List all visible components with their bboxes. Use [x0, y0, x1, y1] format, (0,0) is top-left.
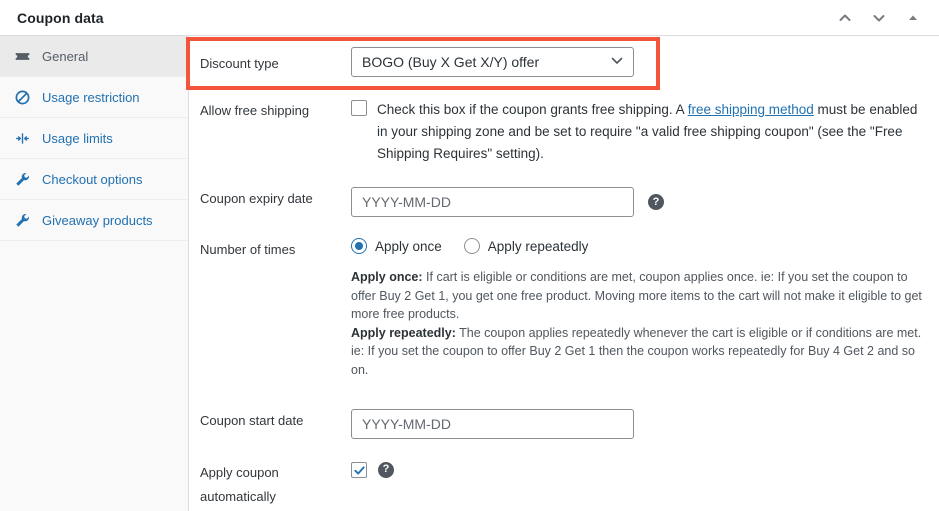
discount-type-select[interactable]: BOGO (Buy X Get X/Y) offer: [351, 47, 634, 77]
sidebar-item-label: Usage limits: [42, 130, 113, 146]
sidebar-item-checkout-options[interactable]: Checkout options: [0, 159, 188, 200]
panel-header-actions: [833, 6, 925, 30]
coupon-expiry-date-label: Coupon expiry date: [200, 191, 313, 206]
field-allow-free-shipping: Allow free shipping Check this box if th…: [189, 99, 939, 165]
coupon-options-panel: Discount type BOGO (Buy X Get X/Y) offer…: [189, 36, 939, 511]
sidebar-item-label: Checkout options: [42, 171, 143, 187]
discount-type-value: BOGO (Buy X Get X/Y) offer: [362, 54, 540, 70]
help-icon[interactable]: ?: [378, 461, 394, 478]
allow-free-shipping-label: Allow free shipping: [200, 103, 310, 118]
coupon-data-panel: Coupon data General Usage restriction Us…: [0, 0, 939, 511]
move-up-icon[interactable]: [833, 6, 857, 30]
panel-body: General Usage restriction Usage limits C…: [0, 36, 939, 511]
number-of-times-control: Apply once Apply repeatedly Apply once: …: [351, 238, 925, 379]
apply-once-explanation-title: Apply once:: [351, 270, 423, 284]
allow-free-shipping-description: Check this box if the coupon grants free…: [377, 99, 925, 165]
field-number-of-times: Number of times Apply once Apply repeate…: [189, 238, 939, 379]
sidebar-item-usage-restriction[interactable]: Usage restriction: [0, 77, 188, 118]
limits-icon: [14, 130, 31, 147]
coupon-start-date-label: Coupon start date: [200, 413, 304, 428]
wrench-icon: [14, 171, 31, 188]
allow-free-shipping-control: Check this box if the coupon grants free…: [351, 99, 925, 165]
radio-apply-repeatedly[interactable]: [463, 238, 480, 254]
field-coupon-expiry-date: Coupon expiry date YYYY-MM-DD ?: [189, 187, 939, 217]
number-of-times-radio-group: Apply once Apply repeatedly: [351, 238, 925, 254]
apply-once-explanation: Apply once: If cart is eligible or condi…: [351, 268, 923, 324]
discount-type-label: Discount type: [200, 55, 279, 71]
coupon-expiry-date-input[interactable]: YYYY-MM-DD: [351, 187, 634, 217]
field-coupon-start-date: Coupon start date YYYY-MM-DD: [189, 409, 939, 439]
radio-apply-repeatedly-label: Apply repeatedly: [487, 238, 589, 254]
apply-coupon-automatically-control: ?: [351, 461, 925, 478]
field-apply-coupon-automatically: Apply coupon automatically ?: [189, 461, 939, 509]
coupon-start-date-control: YYYY-MM-DD: [351, 409, 925, 439]
sidebar-item-label: Giveaway products: [42, 212, 153, 228]
number-of-times-label: Number of times: [200, 242, 296, 257]
help-icon[interactable]: ?: [648, 194, 664, 210]
sidebar-item-label: Usage restriction: [42, 89, 140, 105]
radio-apply-once-label: Apply once: [375, 238, 442, 254]
sidebar-item-label: General: [42, 48, 89, 64]
coupon-data-tabs: General Usage restriction Usage limits C…: [0, 36, 189, 511]
sidebar-item-giveaway-products[interactable]: Giveaway products: [0, 200, 188, 241]
coupon-start-date-input[interactable]: YYYY-MM-DD: [351, 409, 634, 439]
page-title: Coupon data: [17, 9, 104, 26]
free-shipping-method-link[interactable]: free shipping method: [688, 102, 814, 117]
discount-type-control: BOGO (Buy X Get X/Y) offer: [351, 47, 925, 77]
apply-repeatedly-explanation: Apply repeatedly: The coupon applies rep…: [351, 324, 923, 380]
free-shipping-text-before: Check this box if the coupon grants free…: [377, 102, 688, 117]
wrench-icon: [14, 212, 31, 229]
apply-coupon-automatically-checkbox[interactable]: [351, 462, 367, 478]
apply-repeatedly-explanation-title: Apply repeatedly:: [351, 325, 456, 340]
field-discount-type: Discount type BOGO (Buy X Get X/Y) offer: [189, 36, 939, 88]
allow-free-shipping-checkbox[interactable]: [351, 100, 367, 116]
ban-icon: [14, 89, 31, 106]
radio-apply-once[interactable]: [351, 238, 367, 254]
coupon-expiry-date-control: YYYY-MM-DD ?: [351, 187, 925, 217]
sidebar-item-usage-limits[interactable]: Usage limits: [0, 118, 188, 159]
sidebar-item-general[interactable]: General: [0, 36, 188, 77]
panel-header: Coupon data: [0, 0, 939, 36]
move-down-icon[interactable]: [867, 6, 891, 30]
toggle-panel-icon[interactable]: [901, 6, 925, 30]
apply-once-explanation-body: If cart is eligible or conditions are me…: [351, 270, 922, 321]
apply-coupon-automatically-label: Apply coupon automatically: [200, 465, 279, 504]
ticket-icon: [14, 48, 31, 65]
